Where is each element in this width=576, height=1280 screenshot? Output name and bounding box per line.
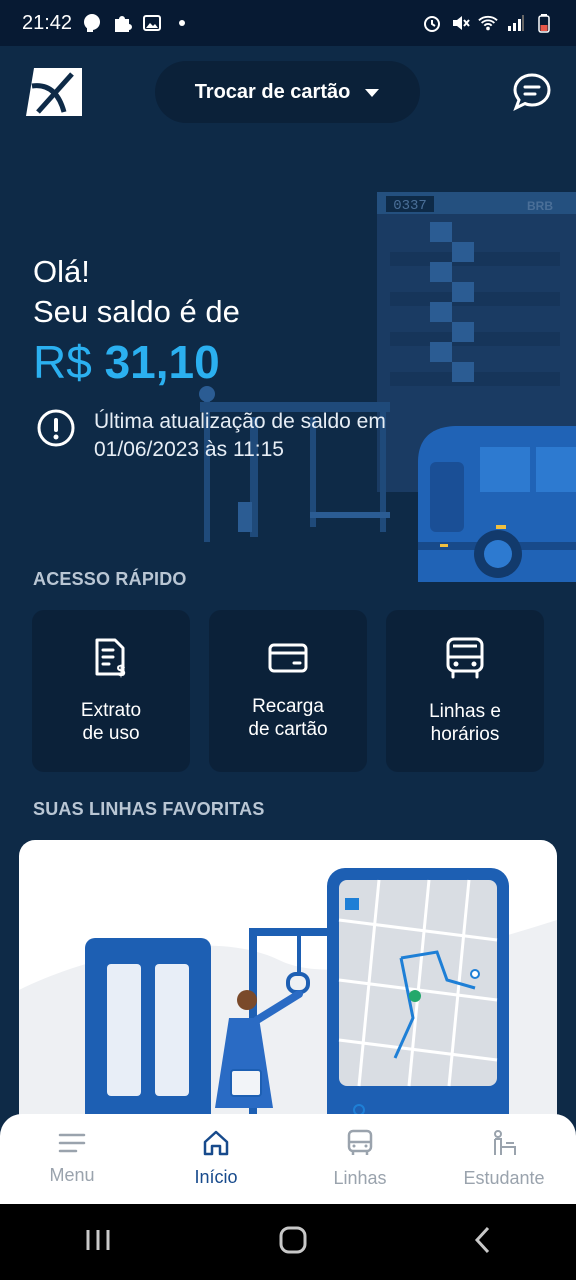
student-icon [490, 1129, 518, 1162]
top-bar: Trocar de cartão [0, 46, 576, 138]
status-time: 21:42 [22, 11, 73, 34]
quick-extrato-label-line1: Extrato [80, 699, 142, 721]
greeting-text: Olá! [33, 254, 90, 289]
svg-text:$: $ [117, 663, 126, 678]
back-icon[interactable] [473, 1225, 493, 1260]
caret-down-icon [364, 81, 380, 104]
mute-icon [450, 13, 470, 33]
city-bus-illustration: 0337 BRB [190, 192, 576, 586]
nav-inicio[interactable]: Início [144, 1130, 288, 1188]
quick-extrato-button[interactable]: $ Extrato de uso [32, 610, 190, 772]
nav-estudante[interactable]: Estudante [432, 1129, 576, 1189]
bus-icon [346, 1129, 374, 1162]
home-icon [202, 1130, 230, 1161]
favorites-illustration [19, 868, 557, 1130]
last-update-row: Última atualização de saldo em 01/06/202… [36, 408, 434, 464]
nav-menu[interactable]: Menu [0, 1132, 144, 1186]
nav-estudante-label: Estudante [463, 1168, 545, 1188]
nav-linhas[interactable]: Linhas [288, 1129, 432, 1189]
quick-recarga-label-line2: de cartão [248, 718, 328, 740]
quick-linhas-label-line2: horários [430, 723, 500, 745]
chat-bubble-icon [82, 13, 102, 33]
card-switch-label: Trocar de cartão [194, 80, 351, 103]
card-icon [268, 642, 308, 679]
dot-icon [172, 13, 192, 33]
status-bar: 21:42 [0, 0, 576, 46]
quick-linhas-button[interactable]: Linhas e horários [386, 610, 544, 772]
card-switch-dropdown[interactable]: Trocar de cartão [155, 61, 420, 123]
balance-hero: 0337 BRB Olá! Seu saldo é de R$ 31,10 Úl… [0, 180, 576, 586]
statement-icon: $ [93, 638, 129, 683]
balance-currency: R$ [33, 336, 92, 388]
balance-label: Seu saldo é de [33, 294, 240, 329]
nav-linhas-label: Linhas [333, 1168, 387, 1188]
nav-inicio-label: Início [194, 1167, 238, 1187]
menu-icon [58, 1132, 86, 1159]
puzzle-icon [112, 13, 133, 33]
quick-linhas-label-line1: Linhas e [429, 700, 501, 722]
info-alert-icon [36, 408, 76, 453]
wifi-icon [478, 13, 498, 33]
home-button-icon[interactable] [278, 1225, 308, 1260]
quick-access-grid: $ Extrato de uso Recarga de cartão Linha… [32, 610, 544, 772]
battery-icon [534, 13, 554, 33]
last-update-text: Última atualização de saldo em 01/06/202… [94, 410, 386, 461]
alarm-icon [422, 13, 442, 33]
quick-recarga-label-line1: Recarga [252, 695, 324, 717]
favorites-title: SUAS LINHAS FAVORITAS [33, 799, 265, 819]
nav-menu-label: Menu [49, 1165, 95, 1185]
quick-recarga-button[interactable]: Recarga de cartão [209, 610, 367, 772]
quick-extrato-label-line2: de uso [82, 722, 140, 744]
balance-amount: R$ 31,10 [33, 334, 220, 390]
brand-logo[interactable] [26, 68, 82, 116]
image-icon [142, 13, 162, 33]
building-brand-text: BRB [527, 199, 553, 213]
favorites-empty-card[interactable] [19, 840, 557, 1130]
bus-icon [445, 637, 485, 684]
balance-value: 31,10 [104, 336, 220, 388]
bottom-navigation: Menu Início Linhas Estudante [0, 1114, 576, 1204]
system-navigation-bar [0, 1204, 576, 1280]
recent-apps-icon[interactable] [83, 1227, 113, 1258]
quick-access-title: ACESSO RÁPIDO [33, 569, 187, 589]
signal-icon [506, 13, 526, 33]
bus-display-text: 0337 [393, 198, 427, 214]
chat-support-icon[interactable] [512, 72, 552, 112]
